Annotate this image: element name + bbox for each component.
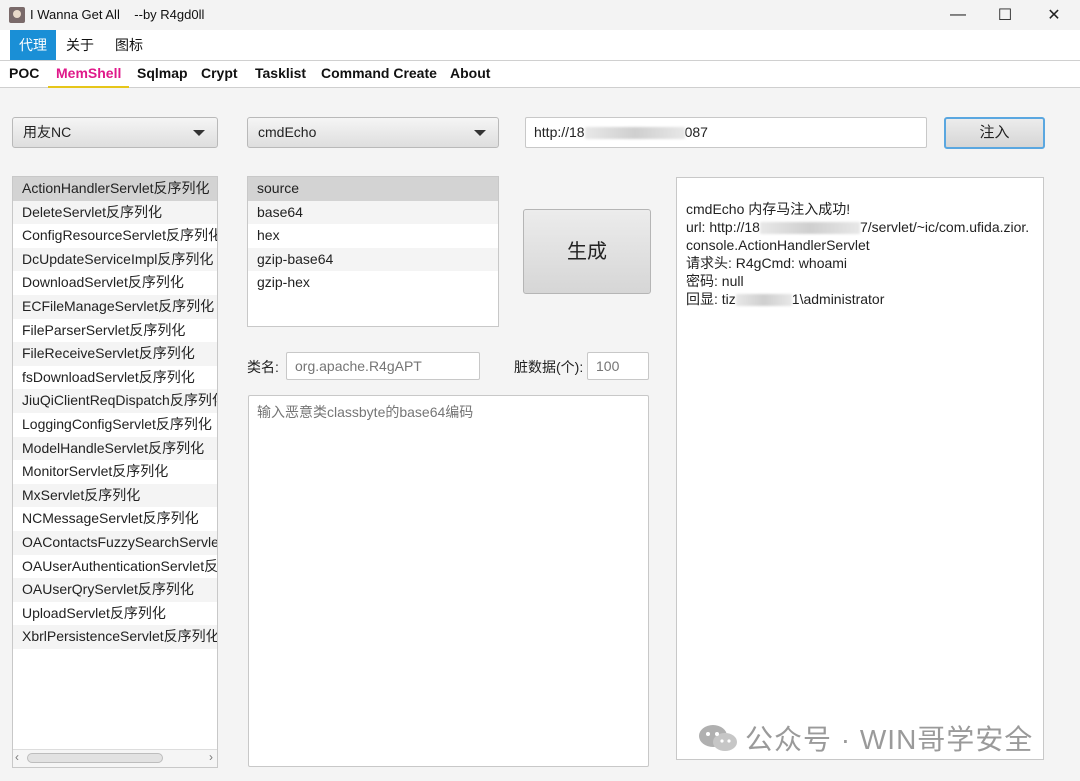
inject-button[interactable]: 注入 [944, 117, 1045, 149]
dirty-label: 脏数据(个): [514, 359, 584, 375]
vuln-list[interactable]: ActionHandlerServlet反序列化 DeleteServlet反序列… [12, 176, 218, 768]
format-list[interactable]: source base64 hex gzip-base64 gzip-hex [247, 176, 499, 327]
menu-bar [0, 30, 1080, 60]
output-url-prefix: url: http://18 [686, 219, 760, 235]
output-line: 请求头: R4gCmd: whoami [686, 255, 848, 271]
dirty-input[interactable] [587, 352, 649, 380]
vuln-list-item[interactable]: ECFileManageServlet反序列化 [13, 294, 217, 319]
scrollbar-thumb[interactable] [27, 753, 163, 763]
tab-tasklist[interactable]: Tasklist [255, 60, 306, 88]
url-suffix: 087 [684, 124, 708, 140]
tab-memshell[interactable]: MemShell [48, 60, 130, 88]
url-prefix: http://18 [534, 124, 585, 140]
output-line: 回显: tiz 1\administrator [686, 290, 1035, 308]
vuln-list-item[interactable]: MxServlet反序列化 [13, 483, 217, 508]
maximize-icon[interactable]: ☐ [982, 0, 1028, 30]
vuln-list-item[interactable]: FileReceiveServlet反序列化 [13, 342, 217, 366]
format-list-item[interactable]: gzip-hex [248, 271, 498, 295]
redacted-mask [584, 127, 685, 140]
tab-command-create[interactable]: Command Create [321, 60, 437, 88]
format-list-item[interactable]: hex [248, 224, 498, 248]
type-combo-value: cmdEcho [258, 124, 317, 140]
vuln-list-item[interactable]: OAUserAuthenticationServlet反序列化 [13, 555, 217, 579]
generate-button[interactable]: 生成 [523, 209, 651, 294]
scroll-right-icon[interactable]: › [209, 750, 213, 764]
vuln-list-item[interactable]: fsDownloadServlet反序列化 [13, 366, 217, 390]
window-title: I Wanna Get All --by R4gd0ll [30, 7, 205, 22]
vuln-list-item[interactable]: XbrlPersistenceServlet反序列化 [13, 625, 217, 649]
minimize-icon[interactable]: — [935, 0, 981, 30]
vuln-list-item[interactable]: DownloadServlet反序列化 [13, 271, 217, 295]
vuln-list-item[interactable]: DeleteServlet反序列化 [13, 200, 217, 225]
vuln-list-item[interactable]: UploadServlet反序列化 [13, 602, 217, 626]
output-area[interactable]: cmdEcho 内存马注入成功! url: http://18 7/servlet… [676, 177, 1044, 760]
redacted-mask [759, 222, 860, 235]
chevron-down-icon [193, 130, 205, 136]
classbyte-input[interactable] [248, 395, 649, 767]
vuln-list-item[interactable]: ConfigResourceServlet反序列化 [13, 224, 217, 248]
classname-input[interactable] [286, 352, 480, 380]
classname-label: 类名: [247, 359, 279, 375]
vuln-list-item[interactable]: OAUserQryServlet反序列化 [13, 578, 217, 602]
menu-about[interactable]: 关于 [57, 30, 103, 60]
menu-proxy[interactable]: 代理 [10, 30, 56, 60]
tab-poc[interactable]: POC [9, 60, 39, 88]
tab-sqlmap[interactable]: Sqlmap [137, 60, 188, 88]
close-icon[interactable]: ✕ [1031, 0, 1077, 30]
output-line: console.ActionHandlerServlet [686, 237, 870, 253]
vuln-list-item[interactable]: ModelHandleServlet反序列化 [13, 436, 217, 461]
watermark-text: 公众号 · WIN哥学安全 [745, 724, 1034, 755]
output-url-suffix: 7/servlet/~ic/com.ufida.zior. [859, 219, 1030, 235]
redacted-mask [735, 294, 792, 307]
url-input[interactable]: http://18 087 [525, 117, 927, 148]
tab-crypt[interactable]: Crypt [201, 60, 238, 88]
vuln-list-item[interactable]: LoggingConfigServlet反序列化 [13, 413, 217, 437]
chevron-down-icon [474, 130, 486, 136]
vuln-list-item[interactable]: OAContactsFuzzySearchServlet反序列化 [13, 530, 217, 555]
type-combo[interactable]: cmdEcho [247, 117, 499, 148]
target-combo[interactable]: 用友NC [12, 117, 218, 148]
vuln-list-item[interactable]: ActionHandlerServlet反序列化 [13, 177, 217, 201]
output-line: 密码: null [686, 273, 744, 289]
menu-icon[interactable]: 图标 [106, 30, 152, 60]
vuln-list-item[interactable]: NCMessageServlet反序列化 [13, 507, 217, 531]
scroll-left-icon[interactable]: ‹ [15, 750, 19, 764]
output-echo-prefix: 回显: tiz [686, 291, 736, 307]
output-line: url: http://18 7/servlet/~ic/com.ufida.zi… [686, 218, 1035, 236]
format-list-item[interactable]: source [248, 177, 498, 201]
tab-about[interactable]: About [450, 60, 490, 88]
format-list-item[interactable]: gzip-base64 [248, 247, 498, 272]
vuln-list-item[interactable]: JiuQiClientReqDispatch反序列化 [13, 389, 217, 413]
watermark: 公众号 · WIN哥学安全 [697, 718, 1033, 758]
vuln-list-item[interactable]: DcUpdateServiceImpl反序列化 [13, 247, 217, 272]
vuln-list-item[interactable]: MonitorServlet反序列化 [13, 460, 217, 484]
format-list-item[interactable]: base64 [248, 200, 498, 225]
wechat-icon [699, 725, 737, 751]
target-combo-value: 用友NC [23, 124, 72, 140]
app-icon [9, 7, 25, 23]
output-line: cmdEcho 内存马注入成功! [686, 201, 851, 217]
vuln-list-item[interactable]: FileParserServlet反序列化 [13, 319, 217, 343]
output-echo-suffix: 1\administrator [791, 291, 885, 307]
